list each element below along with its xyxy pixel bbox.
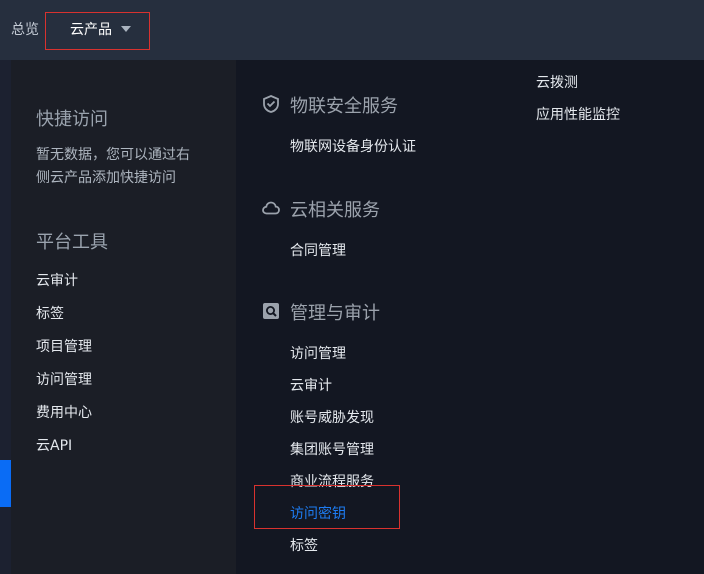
highlight-box-access-keys xyxy=(254,485,400,529)
group-title-iot-security: 物联安全服务 xyxy=(290,96,398,117)
tool-project-mgmt[interactable]: 项目管理 xyxy=(36,336,92,356)
nav-overview[interactable]: 总览 xyxy=(11,19,39,39)
item-account-threat[interactable]: 账号威胁发现 xyxy=(290,407,374,427)
item-cloud-audit[interactable]: 云审计 xyxy=(290,375,332,395)
tool-cloud-api[interactable]: 云API xyxy=(36,435,72,455)
highlight-box-products xyxy=(45,12,150,50)
product-menu: 物联安全服务 物联网设备身份认证 云相关服务 合同管理 管理与审计 访问管理 云… xyxy=(236,60,704,574)
quick-access-empty-text-1: 暂无数据，您可以通过右 xyxy=(36,147,190,163)
sidebar: 快捷访问 暂无数据，您可以通过右 侧云产品添加快捷访问 平台工具 云审计 标签 … xyxy=(11,60,236,574)
search-box-icon xyxy=(263,303,279,319)
tool-cloud-audit[interactable]: 云审计 xyxy=(36,270,78,290)
cloud-icon xyxy=(262,201,280,215)
item-access-mgmt[interactable]: 访问管理 xyxy=(290,343,346,363)
tool-tags[interactable]: 标签 xyxy=(36,303,64,323)
group-title-cloud-related: 云相关服务 xyxy=(290,200,380,221)
item-apm[interactable]: 应用性能监控 xyxy=(536,104,620,124)
quick-access-empty-text-2: 侧云产品添加快捷访问 xyxy=(36,170,176,186)
platform-tools-title: 平台工具 xyxy=(36,232,108,253)
item-org-account-mgmt[interactable]: 集团账号管理 xyxy=(290,439,374,459)
group-title-mgmt-audit: 管理与审计 xyxy=(290,303,380,324)
item-contract-mgmt[interactable]: 合同管理 xyxy=(290,240,346,260)
top-nav-bar: 总览 云产品 xyxy=(0,0,704,60)
active-indicator-bar xyxy=(0,460,11,507)
item-iot-device-auth[interactable]: 物联网设备身份认证 xyxy=(290,136,416,156)
item-tags[interactable]: 标签 xyxy=(290,535,318,555)
tool-billing-center[interactable]: 费用中心 xyxy=(36,402,92,422)
item-cloud-dial-test[interactable]: 云拨测 xyxy=(536,72,578,92)
tool-access-mgmt[interactable]: 访问管理 xyxy=(36,369,92,389)
quick-access-title: 快捷访问 xyxy=(36,109,108,130)
shield-check-icon xyxy=(263,95,279,113)
